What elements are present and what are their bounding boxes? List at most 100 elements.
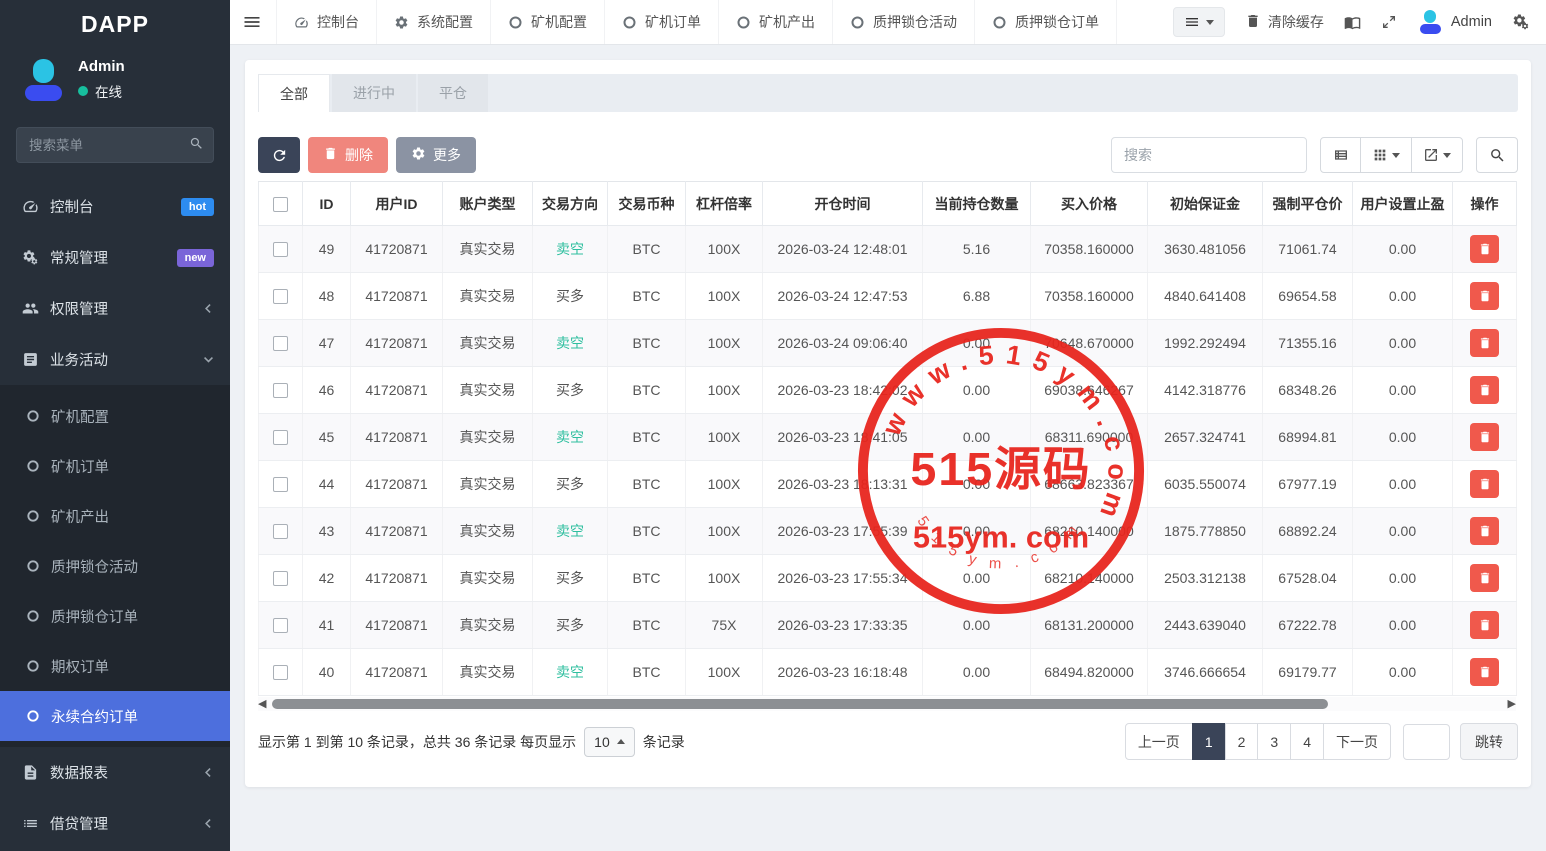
scroll-right-icon[interactable]: ▶	[1508, 698, 1516, 710]
scroll-left-icon[interactable]: ◀	[258, 698, 266, 710]
jump-button[interactable]: 跳转	[1460, 723, 1518, 760]
fullscreen-icon[interactable]	[1381, 14, 1397, 30]
delete-row-button[interactable]	[1470, 376, 1499, 404]
row-checkbox[interactable]	[273, 430, 288, 445]
delete-row-button[interactable]	[1470, 470, 1499, 498]
submenu-item[interactable]: 质押锁仓活动	[0, 541, 230, 591]
column-header: 杠杆倍率	[686, 182, 763, 226]
topnav-item[interactable]: 矿机订单	[605, 0, 719, 44]
clear-cache-button[interactable]: 清除缓存	[1245, 12, 1324, 32]
cell-position: 0.00	[923, 649, 1031, 696]
delete-row-button[interactable]	[1470, 517, 1499, 545]
row-checkbox[interactable]	[273, 524, 288, 539]
row-checkbox-cell	[259, 461, 303, 508]
select-all-checkbox[interactable]	[273, 197, 288, 212]
cell-margin: 2443.639040	[1148, 602, 1263, 649]
delete-button[interactable]: 删除	[308, 137, 388, 173]
table-row: 4541720871真实交易卖空BTC100X2026-03-23 18:41:…	[259, 414, 1517, 461]
submenu-item[interactable]: 矿机配置	[0, 391, 230, 441]
page-button[interactable]: 下一页	[1323, 723, 1391, 760]
admin-menu[interactable]: Admin	[1417, 9, 1492, 35]
submenu-item[interactable]: 期权订单	[0, 641, 230, 691]
sidebar-item[interactable]: 常规管理new	[0, 232, 230, 283]
detail-view-icon	[1333, 147, 1349, 163]
page-button[interactable]: 4	[1290, 723, 1324, 760]
delete-row-button[interactable]	[1470, 564, 1499, 592]
cell-user_id: 41720871	[351, 602, 443, 649]
sidebar-item[interactable]: 数据报表	[0, 747, 230, 798]
topnav-item[interactable]: 矿机产出	[719, 0, 833, 44]
submenu-item[interactable]: 矿机订单	[0, 441, 230, 491]
delete-row-button[interactable]	[1470, 658, 1499, 686]
tab-平仓[interactable]: 平仓	[418, 74, 488, 112]
jump-page-input[interactable]	[1403, 724, 1450, 760]
export-button[interactable]	[1411, 137, 1463, 173]
submenu-item[interactable]: 矿机产出	[0, 491, 230, 541]
table-row: 4041720871真实交易卖空BTC100X2026-03-23 16:18:…	[259, 649, 1517, 696]
topnav-item[interactable]: 矿机配置	[491, 0, 605, 44]
row-checkbox[interactable]	[273, 242, 288, 257]
delete-row-button[interactable]	[1470, 329, 1499, 357]
cell-margin: 2657.324741	[1148, 414, 1263, 461]
cell-take_profit: 0.00	[1353, 555, 1453, 602]
detail-view-button[interactable]	[1320, 137, 1361, 173]
topnav-item[interactable]: 质押锁仓订单	[975, 0, 1117, 44]
row-checkbox[interactable]	[273, 665, 288, 680]
search-button[interactable]	[1476, 137, 1518, 173]
tab-进行中[interactable]: 进行中	[332, 74, 416, 112]
row-checkbox[interactable]	[273, 618, 288, 633]
topnav-item[interactable]: 系统配置	[377, 0, 491, 44]
delete-row-button[interactable]	[1470, 423, 1499, 451]
submenu-item[interactable]: 质押锁仓订单	[0, 591, 230, 641]
cell-direction: 买多	[533, 602, 608, 649]
gear-icon	[394, 15, 409, 30]
column-header: 初始保证金	[1148, 182, 1263, 226]
table-search-input[interactable]	[1111, 137, 1307, 173]
row-checkbox[interactable]	[273, 289, 288, 304]
trash-icon	[1478, 571, 1492, 585]
horizontal-scrollbar[interactable]: ◀ ▶	[258, 697, 1516, 711]
cell-user_id: 41720871	[351, 461, 443, 508]
cell-account_type: 真实交易	[443, 461, 533, 508]
page-button[interactable]: 1	[1192, 723, 1226, 760]
cell-user_id: 41720871	[351, 320, 443, 367]
cell-id: 44	[303, 461, 351, 508]
row-checkbox[interactable]	[273, 477, 288, 492]
sidebar-item[interactable]: 控制台hot	[0, 181, 230, 232]
topbar: 控制台系统配置矿机配置矿机订单矿机产出质押锁仓活动质押锁仓订单 清除缓存 Adm…	[230, 0, 1546, 45]
submenu-item[interactable]: 永续合约订单	[0, 691, 230, 741]
sidebar-item[interactable]: 业务活动	[0, 334, 230, 385]
delete-row-button[interactable]	[1470, 235, 1499, 263]
sidebar-item[interactable]: 权限管理	[0, 283, 230, 334]
delete-row-button[interactable]	[1470, 282, 1499, 310]
row-checkbox[interactable]	[273, 336, 288, 351]
sidebar-search-input[interactable]	[16, 127, 214, 163]
cell-user_id: 41720871	[351, 226, 443, 273]
scrollbar-thumb[interactable]	[272, 699, 1328, 709]
columns-button[interactable]	[1360, 137, 1412, 173]
more-button[interactable]: 更多	[396, 137, 476, 173]
orders-table: ID用户ID账户类型交易方向交易币种杠杆倍率开仓时间当前持仓数量买入价格初始保证…	[258, 181, 1517, 696]
row-checkbox-cell	[259, 320, 303, 367]
hamburger-icon[interactable]	[230, 12, 276, 32]
book-icon[interactable]	[1344, 14, 1361, 31]
row-checkbox-cell	[259, 226, 303, 273]
sidebar-item[interactable]: 借贷管理	[0, 798, 230, 849]
row-checkbox[interactable]	[273, 571, 288, 586]
topnav-item[interactable]: 质押锁仓活动	[833, 0, 975, 44]
page-button[interactable]: 3	[1257, 723, 1291, 760]
cell-buy_price: 68210.140000	[1031, 555, 1148, 602]
delete-row-button[interactable]	[1470, 611, 1499, 639]
column-header: 交易币种	[608, 182, 686, 226]
cell-leverage: 100X	[686, 649, 763, 696]
menu-list-toggle[interactable]	[1173, 7, 1225, 37]
topnav-item[interactable]: 控制台	[276, 0, 377, 44]
refresh-button[interactable]	[258, 137, 300, 173]
cogs-icon[interactable]	[1512, 13, 1530, 31]
circle-icon	[622, 15, 637, 30]
tab-全部[interactable]: 全部	[258, 74, 330, 112]
page-size-select[interactable]: 10	[584, 727, 635, 757]
page-button[interactable]: 上一页	[1125, 723, 1193, 760]
row-checkbox[interactable]	[273, 383, 288, 398]
page-button[interactable]: 2	[1225, 723, 1259, 760]
